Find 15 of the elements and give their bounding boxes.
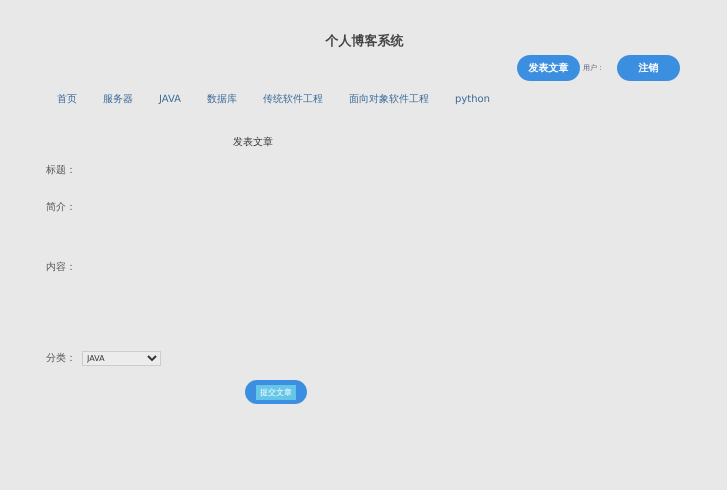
field-label: 内容： bbox=[46, 260, 76, 274]
post-article-button[interactable]: 发表文章 bbox=[517, 55, 580, 81]
field-label: 分类： bbox=[46, 352, 76, 365]
nav-link[interactable]: 服务器 bbox=[103, 92, 133, 106]
nav-link[interactable]: 传统软件工程 bbox=[263, 92, 324, 106]
field-label: 简介： bbox=[46, 200, 76, 214]
form-heading: 发表文章 bbox=[232, 136, 274, 150]
nav-link[interactable]: JAVA bbox=[159, 94, 182, 104]
nav-link[interactable]: 首页 bbox=[57, 92, 77, 106]
field-label: 标题： bbox=[46, 164, 76, 176]
nav-link[interactable]: 数据库 bbox=[207, 92, 238, 106]
site-title: 个人博客系统 bbox=[324, 32, 404, 51]
nav-link[interactable]: python bbox=[455, 94, 490, 104]
nav-link[interactable]: 面向对象软件工程 bbox=[349, 92, 430, 106]
logout-button[interactable]: 注销 bbox=[617, 55, 680, 81]
